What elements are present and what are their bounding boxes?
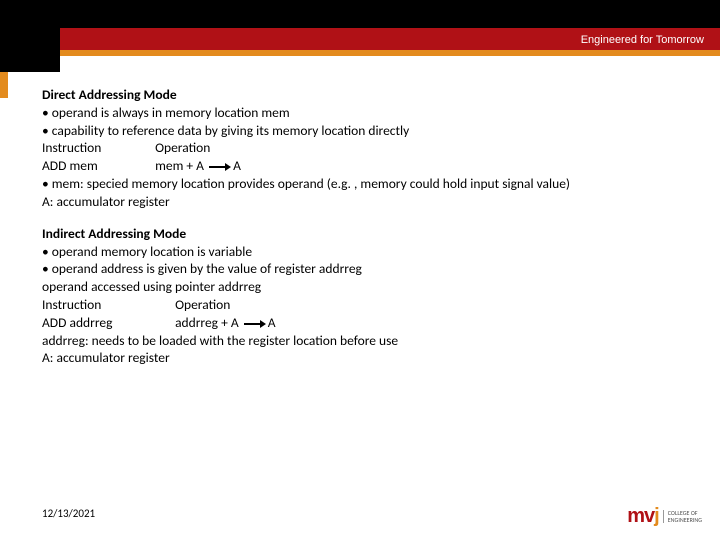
logo-letter-m: m [627, 505, 644, 527]
section-title: Direct Addressing Mode [42, 86, 690, 104]
header-black-bar [0, 0, 720, 28]
section-title: Indirect Addressing Mode [42, 225, 690, 243]
operation-right: A [268, 314, 276, 331]
instruction-row: ADD addrreg addrreg + A A [42, 314, 690, 332]
instruction-value: ADD mem [42, 157, 152, 175]
instruction-header: Instruction [42, 296, 172, 314]
header-red-bar: Engineered for Tomorrow [0, 28, 720, 50]
operation-left: mem + A [155, 157, 204, 174]
bullet-text: • capability to reference data by giving… [42, 122, 690, 140]
bullet-text: • operand address is given by the value … [42, 260, 690, 278]
instruction-header-row: Instruction Operation [42, 139, 690, 157]
header-left-orange-strip [0, 72, 8, 98]
footer-date: 12/13/2021 [42, 507, 95, 520]
bullet-text: • mem: specied memory location provides … [42, 175, 690, 193]
section-direct-addressing: Direct Addressing Mode • operand is alwa… [42, 86, 690, 211]
bullet-text: A: accumulator register [42, 193, 690, 211]
instruction-header: Instruction [42, 139, 152, 157]
arrow-icon [244, 320, 266, 328]
logo-subtext: COLLEGE OF ENGINEERING [663, 510, 702, 523]
bullet-text: operand accessed using pointer addrreg [42, 278, 690, 296]
operation-header: Operation [155, 139, 210, 157]
logo-letter-j: j [654, 505, 659, 527]
header-orange-bar [0, 50, 720, 56]
slide-content: Direct Addressing Mode • operand is alwa… [0, 56, 720, 367]
header-left-block [0, 0, 60, 72]
logo-mark: mvj [627, 505, 658, 528]
bullet-text: • operand memory location is variable [42, 243, 690, 261]
footer-logo: mvj COLLEGE OF ENGINEERING [627, 505, 702, 528]
bullet-text: A: accumulator register [42, 349, 690, 367]
operation-header: Operation [175, 296, 230, 314]
instruction-row: ADD mem mem + A A [42, 157, 690, 175]
slide-header: Engineered for Tomorrow [0, 0, 720, 56]
tagline-text: Engineered for Tomorrow [581, 34, 704, 46]
operation-right: A [233, 157, 241, 174]
instruction-value: ADD addrreg [42, 314, 172, 332]
operation-left: addrreg + A [175, 314, 239, 331]
bullet-text: addrreg: needs to be loaded with the reg… [42, 332, 690, 350]
bullet-text: • operand is always in memory location m… [42, 104, 690, 122]
section-indirect-addressing: Indirect Addressing Mode • operand memor… [42, 225, 690, 368]
instruction-header-row: Instruction Operation [42, 296, 690, 314]
arrow-icon [209, 163, 231, 171]
logo-letter-v: v [644, 505, 654, 527]
